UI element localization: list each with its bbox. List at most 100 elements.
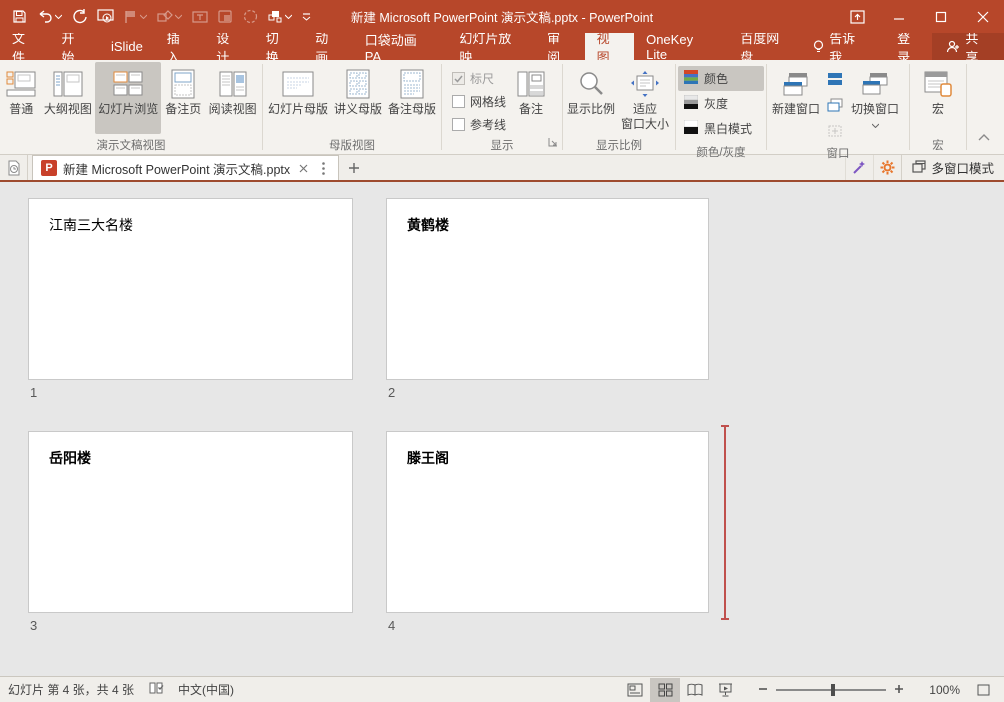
handout-master-button[interactable]: 讲义母版 [331, 62, 385, 134]
minimize-button[interactable] [878, 0, 920, 33]
pointer-options-dropdown-icon [140, 14, 147, 19]
slide-layout-icon [218, 10, 233, 24]
tab-file[interactable]: 文件 [0, 33, 50, 60]
tab-baidu-netdisk[interactable]: 百度网盘 [728, 33, 803, 60]
slide-master-button[interactable]: 幻灯片母版 [265, 62, 331, 134]
arrange-all-icon [827, 72, 843, 86]
notes-button[interactable]: 备注 [510, 62, 552, 134]
statusbar-slideshow-icon [718, 683, 733, 697]
redo-button[interactable] [68, 6, 91, 27]
text-box-button[interactable] [188, 7, 212, 27]
tab-insert[interactable]: 插入 [155, 33, 205, 60]
undo-button[interactable] [33, 7, 66, 27]
notes-master-button[interactable]: 备注母版 [385, 62, 439, 134]
slide-layout-button[interactable] [214, 7, 237, 27]
slide-counter[interactable]: 幻灯片 第 4 张，共 4 张 [8, 681, 134, 698]
ribbon: 普通 大纲视图 幻灯片浏览 备注页 阅读视图 [0, 60, 1004, 155]
notes-page-button[interactable]: 备注页 [161, 62, 205, 134]
tab-onekey-lite[interactable]: OneKey Lite [634, 33, 728, 60]
arrange-objects-button[interactable] [264, 7, 296, 27]
ribbon-display-options-button[interactable] [836, 0, 878, 33]
ruler-checkbox[interactable]: 标尺 [452, 70, 506, 87]
save-button[interactable] [8, 6, 31, 27]
grayscale-mode-button[interactable]: 灰度 [678, 91, 764, 116]
statusbar-normal-view-button[interactable] [620, 678, 650, 702]
slide-sorter-pane[interactable]: 江南三大名楼 1 黄鹤楼 2 岳阳楼 3 滕王阁 4 [0, 182, 1004, 676]
pointer-options-button[interactable] [120, 7, 151, 27]
menu-right-area: 告诉我... 登录 共享 [803, 33, 1004, 60]
tab-home[interactable]: 开始 [50, 33, 100, 60]
switch-windows-button[interactable]: 切换窗口 [847, 62, 903, 134]
reading-view-button[interactable]: 阅读视图 [205, 62, 260, 134]
outline-view-icon [52, 66, 84, 102]
spell-check-button[interactable] [148, 681, 164, 698]
group-label-macros: 宏 [912, 134, 964, 157]
zoom-in-button[interactable] [894, 683, 904, 697]
animation-button[interactable] [239, 6, 262, 27]
status-bar: 幻灯片 第 4 张，共 4 张 中文(中国) 100% [0, 676, 1004, 702]
language-indicator[interactable]: 中文(中国) [178, 681, 234, 698]
tab-view[interactable]: 视图 [585, 33, 635, 60]
tab-pocket-animation[interactable]: 口袋动画 PA [353, 33, 448, 60]
zoom-percentage[interactable]: 100% [914, 683, 960, 697]
fit-slide-to-window-button[interactable] [968, 678, 998, 702]
zoom-slider[interactable] [776, 689, 886, 691]
tab-review[interactable]: 审阅 [535, 33, 585, 60]
notes-icon [517, 66, 545, 102]
arrange-all-button[interactable] [823, 68, 847, 90]
share-button[interactable]: 共享 [932, 33, 1004, 60]
multi-window-icon [912, 160, 926, 176]
tab-design[interactable]: 设计 [204, 33, 254, 60]
outline-view-button[interactable]: 大纲视图 [41, 62, 96, 134]
tell-me-button[interactable]: 告诉我... [803, 33, 887, 60]
document-tab-menu-icon[interactable] [316, 162, 330, 175]
cascade-windows-button[interactable] [823, 94, 847, 116]
document-tab[interactable]: P 新建 Microsoft PowerPoint 演示文稿.pptx [32, 155, 339, 180]
document-tab-close-icon[interactable] [296, 164, 310, 173]
grayscale-mode-icon [684, 95, 698, 112]
macros-button[interactable]: 宏 [916, 62, 960, 134]
zoom-out-button[interactable] [758, 683, 768, 697]
tab-animations[interactable]: 动画 [303, 33, 353, 60]
start-slideshow-button[interactable] [93, 6, 118, 27]
sign-in-button[interactable]: 登录 [887, 33, 932, 60]
normal-view-button[interactable]: 普通 [2, 62, 41, 134]
fit-to-window-button[interactable]: 适应 窗口大小 [617, 62, 673, 134]
maximize-button[interactable] [920, 0, 962, 33]
outline-view-label: 大纲视图 [44, 102, 92, 117]
close-button[interactable] [962, 0, 1004, 33]
customize-qat-icon [302, 12, 311, 21]
powerpoint-window: 新建 Microsoft PowerPoint 演示文稿.pptx - Powe… [0, 0, 1004, 702]
slide-thumbnail-2[interactable]: 黄鹤楼 [386, 198, 709, 380]
zoom-slider-thumb[interactable] [831, 684, 835, 696]
new-window-button[interactable]: 新建窗口 [769, 62, 823, 134]
customize-qat-button[interactable] [298, 9, 315, 24]
tab-islide[interactable]: iSlide [99, 33, 155, 60]
session-manager-icon [6, 160, 22, 176]
slide-thumbnail-1[interactable]: 江南三大名楼 [28, 198, 353, 380]
black-white-mode-button[interactable]: 黑白模式 [678, 116, 764, 141]
statusbar-reading-view-button[interactable] [680, 678, 710, 702]
slide-thumbnail-3[interactable]: 岳阳楼 [28, 431, 353, 613]
collapse-ribbon-button[interactable] [978, 130, 990, 144]
guides-checkbox[interactable]: 参考线 [452, 116, 506, 133]
tab-transitions[interactable]: 切换 [254, 33, 304, 60]
show-dialog-launcher[interactable] [548, 136, 558, 150]
statusbar-reading-view-icon [687, 683, 703, 697]
session-manager-button[interactable] [0, 155, 28, 180]
statusbar-slide-sorter-button[interactable] [650, 678, 680, 702]
new-tab-button[interactable] [339, 155, 369, 180]
slide-thumbnail-4[interactable]: 滕王阁 [386, 431, 709, 613]
gridlines-checkbox[interactable]: 网格线 [452, 93, 506, 110]
multi-window-mode-button[interactable]: 多窗口模式 [901, 155, 1004, 180]
statusbar-normal-view-icon [627, 683, 643, 697]
pointer-options-icon [124, 10, 138, 24]
color-mode-button[interactable]: 颜色 [678, 66, 764, 91]
slide-sorter-button[interactable]: 幻灯片浏览 [95, 62, 161, 134]
statusbar-slideshow-button[interactable] [710, 678, 740, 702]
tab-slide-show[interactable]: 幻灯片放映 [447, 33, 535, 60]
zoom-button[interactable]: 显示比例 [565, 62, 617, 134]
shapes-button[interactable] [153, 7, 186, 27]
move-split-button[interactable] [823, 120, 847, 142]
group-presentation-views: 普通 大纲视图 幻灯片浏览 备注页 阅读视图 [0, 60, 262, 154]
